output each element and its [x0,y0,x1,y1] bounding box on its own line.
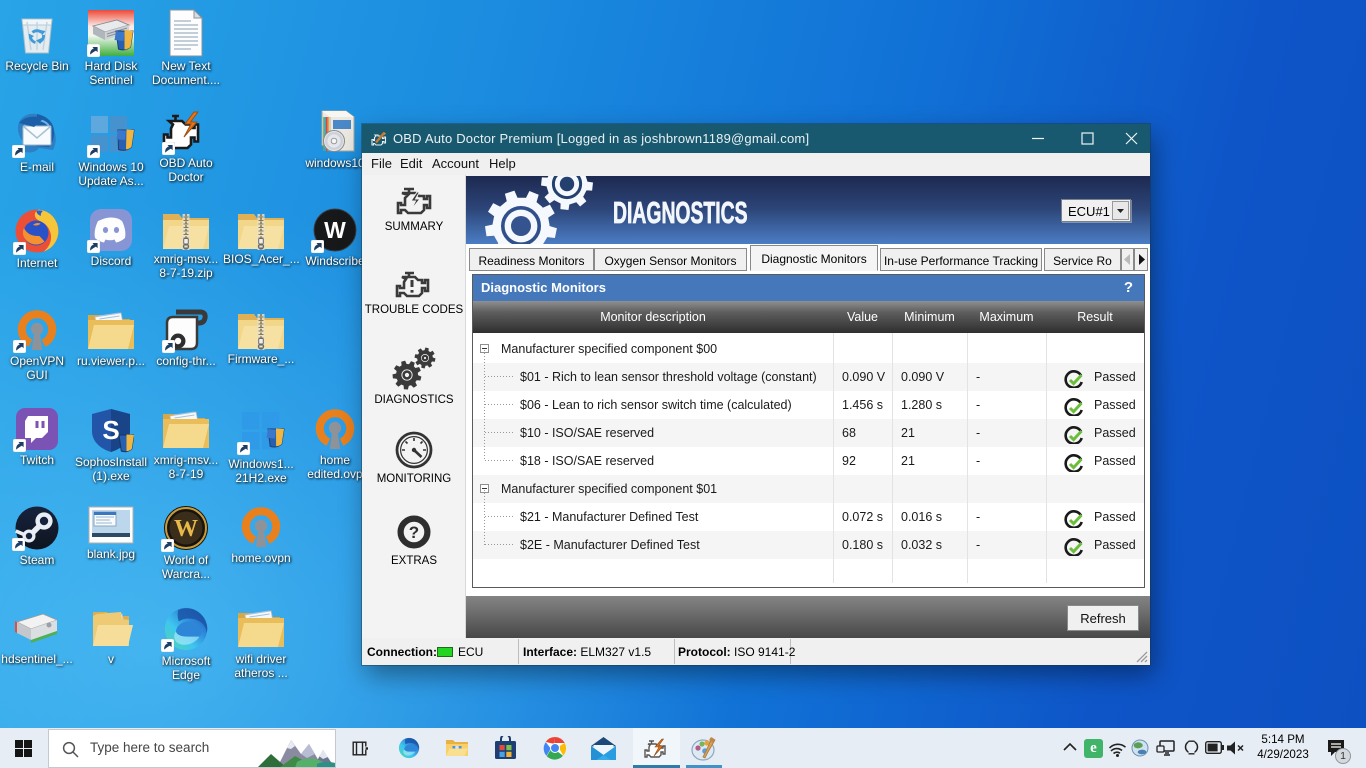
svg-text:?: ? [409,523,419,542]
svg-text:W: W [174,516,198,542]
svg-text:W: W [324,217,346,243]
svg-text:S: S [102,415,119,445]
